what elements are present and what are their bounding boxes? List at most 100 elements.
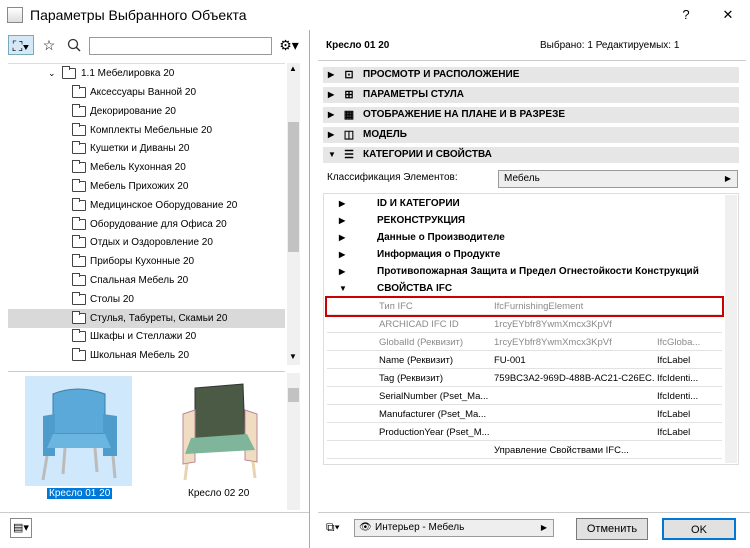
folder-icon: [72, 197, 86, 211]
category-row[interactable]: ▶ РЕКОНСТРУКЦИЯ: [327, 212, 722, 229]
classification-dropdown[interactable]: Мебель ▶: [498, 170, 738, 188]
hierarchy-view-icon[interactable]: ⛶▾: [8, 35, 34, 55]
chevron-right-icon[interactable]: ▶: [339, 195, 345, 212]
preview-item-2[interactable]: [165, 376, 272, 486]
tree-item[interactable]: Комплекты Мебельные 20: [8, 121, 285, 140]
folder-icon: [72, 103, 86, 117]
chevron-down-icon[interactable]: ▼: [339, 280, 347, 297]
section-header[interactable]: ▶ ▦ ОТОБРАЖЕНИЕ НА ПЛАНЕ И В РАЗРЕЗЕ: [323, 107, 739, 123]
category-label: Данные о Производителе: [377, 232, 505, 243]
ifc-property-row[interactable]: Тип IFC IfcFurnishingElement: [325, 296, 724, 317]
tree-parent-label: 1.1 Мебелировка 20: [81, 68, 175, 79]
section-header[interactable]: ▶ ⊡ ПРОСМОТР И РАСПОЛОЖЕНИЕ: [323, 67, 739, 83]
category-row[interactable]: ▶ Противопожарная Защита и Предел Огнесто…: [327, 263, 722, 280]
tree-item-label: Шкафы и Стеллажи 20: [90, 331, 197, 343]
tree-item[interactable]: Столы 20: [8, 290, 285, 309]
category-row[interactable]: ▶ Информация о Продукте: [327, 246, 722, 263]
ifc-property-row[interactable]: SerialNumber (Pset_Ma... IfcIdenti...: [327, 388, 722, 405]
section-header[interactable]: ▶ ◫ МОДЕЛЬ: [323, 127, 739, 143]
cancel-button[interactable]: Отменить: [576, 518, 648, 540]
ifc-property-value: Управление Свойствами IFC...: [494, 445, 629, 456]
tree-item-label: Столы 20: [90, 293, 134, 305]
tree-item[interactable]: Мебель Прихожих 20: [8, 177, 285, 196]
settings-gear-icon[interactable]: ⚙▾: [276, 35, 302, 55]
floorplan-icon: ▦: [343, 109, 355, 121]
library-manager-icon[interactable]: ▤▾: [10, 518, 32, 538]
tree-item[interactable]: Кушетки и Диваны 20: [8, 139, 285, 158]
favorites-star-icon[interactable]: ☆: [38, 35, 60, 55]
preview-label-1[interactable]: Кресло 01 20: [47, 488, 113, 499]
ifc-property-name: Manufacturer (Pset_Ma...: [379, 409, 487, 420]
ifc-property-row[interactable]: ProductionYear (Pset_M... IfcLabel: [327, 424, 722, 441]
ifc-property-row[interactable]: Tag (Реквизит) 759BC3A2-969D-488B-AC21-C2…: [327, 370, 722, 387]
scroll-up-icon[interactable]: ▲: [289, 64, 297, 73]
properties-scrollbar[interactable]: [725, 195, 737, 463]
folder-icon: [72, 273, 86, 286]
app-icon: [7, 7, 23, 23]
ifc-property-value: IfcFurnishingElement: [494, 301, 584, 312]
ifc-property-row[interactable]: Name (Реквизит) FU-001 IfcLabel: [327, 352, 722, 369]
ifc-property-row[interactable]: GlobalId (Реквизит) 1rcyEYbfr8YwmXmcx3KpV…: [327, 334, 722, 351]
tree-item[interactable]: Спальная Мебель 20: [8, 271, 285, 290]
section-label: КАТЕГОРИИ И СВОЙСТВА: [363, 149, 492, 160]
chevron-right-icon[interactable]: ▶: [339, 246, 345, 263]
library-tree: ⌄ 1.1 Мебелировка 20 Аксессуары Ванной 2…: [8, 63, 285, 363]
chevron-right-icon[interactable]: ▶: [328, 107, 334, 123]
search-input[interactable]: [89, 37, 272, 55]
chevron-down-icon[interactable]: ⌄: [48, 64, 56, 83]
tree-item-label: Школьная Мебель 20: [90, 350, 189, 362]
tree-item[interactable]: Медицинское Оборудование 20: [8, 196, 285, 215]
tree-item[interactable]: Мебель Кухонная 20: [8, 158, 285, 177]
tree-item[interactable]: Приборы Кухонные 20: [8, 252, 285, 271]
chevron-right-icon[interactable]: ▶: [339, 212, 345, 229]
tree-scrollbar-thumb[interactable]: [288, 122, 299, 252]
ifc-property-value: 1rcyEYbfr8YwmXmcx3KpVf: [494, 319, 612, 330]
folder-icon: [62, 66, 76, 79]
chevron-right-icon[interactable]: ▶: [328, 67, 334, 83]
ifc-property-name: GlobalId (Реквизит): [379, 337, 464, 348]
ifc-property-name: Name (Реквизит): [379, 355, 454, 366]
tree-item[interactable]: Отдых и Оздоровление 20: [8, 233, 285, 252]
section-header[interactable]: ▶ ⊞ ПАРАМЕТРЫ СТУЛА: [323, 87, 739, 103]
tree-parent-folder[interactable]: ⌄ 1.1 Мебелировка 20: [8, 64, 285, 83]
preview-item-1[interactable]: [25, 376, 132, 486]
scroll-down-icon[interactable]: ▼: [289, 352, 297, 361]
header-divider: [318, 60, 746, 61]
category-row[interactable]: ▶ Данные о Производителе: [327, 229, 722, 246]
chevron-right-icon[interactable]: ▶: [328, 87, 334, 103]
tree-item-label: Комплекты Мебельные 20: [90, 124, 213, 136]
chevron-down-icon[interactable]: ▼: [328, 147, 336, 163]
ifc-property-type: IfcLabel: [657, 355, 691, 366]
section-header[interactable]: ▼ ☰ КАТЕГОРИИ И СВОЙСТВА: [323, 147, 739, 163]
grid-params-icon: ⊞: [344, 89, 354, 101]
folder-icon: [72, 216, 86, 230]
layer-dropdown[interactable]: 👁 Интерьер - Мебель ▶: [354, 519, 554, 537]
chevron-right-icon[interactable]: ▶: [328, 127, 334, 143]
ifc-property-row[interactable]: Manufacturer (Pset_Ma... IfcLabel: [327, 406, 722, 423]
chevron-right-icon[interactable]: ▶: [339, 229, 345, 246]
preview-scrollbar-thumb[interactable]: [288, 388, 299, 402]
tree-item[interactable]: Оборудование для Офиса 20: [8, 215, 285, 234]
ok-button[interactable]: OK: [662, 518, 736, 540]
tree-item[interactable]: Стулья, Табуреты, Скамьи 20: [8, 308, 285, 328]
tree-item[interactable]: Аксессуары Ванной 20: [8, 83, 285, 102]
ifc-property-row[interactable]: Управление Свойствами IFC...: [327, 442, 722, 459]
tree-item[interactable]: Декорирование 20: [8, 102, 285, 121]
ifc-property-name: ProductionYear (Pset_M...: [379, 427, 489, 438]
close-button[interactable]: ✕: [717, 4, 739, 26]
ifc-property-name: SerialNumber (Pset_Ma...: [379, 391, 489, 402]
ifc-property-row[interactable]: ARCHICAD IFC ID 1rcyEYbfr8YwmXmcx3KpVf: [327, 316, 722, 333]
tree-item[interactable]: Шкафы и Стеллажи 20: [8, 327, 285, 346]
category-label: РЕКОНСТРУКЦИЯ: [377, 215, 466, 226]
help-button[interactable]: ?: [675, 4, 697, 26]
chevron-right-icon[interactable]: ▶: [339, 263, 345, 280]
tree-item[interactable]: Школьная Мебель 20: [8, 346, 285, 363]
object-name: Кресло 01 20: [326, 40, 390, 51]
search-icon[interactable]: [63, 35, 85, 55]
category-row[interactable]: ▶ ID И КАТЕГОРИИ: [327, 195, 722, 212]
tree-item-label: Декорирование 20: [90, 105, 176, 117]
preview-label-2[interactable]: Кресло 02 20: [188, 488, 249, 499]
folder-icon: [72, 85, 86, 98]
category-row[interactable]: ▼ СВОЙСТВА IFC: [327, 280, 722, 297]
section-label: ПАРАМЕТРЫ СТУЛА: [363, 89, 464, 100]
